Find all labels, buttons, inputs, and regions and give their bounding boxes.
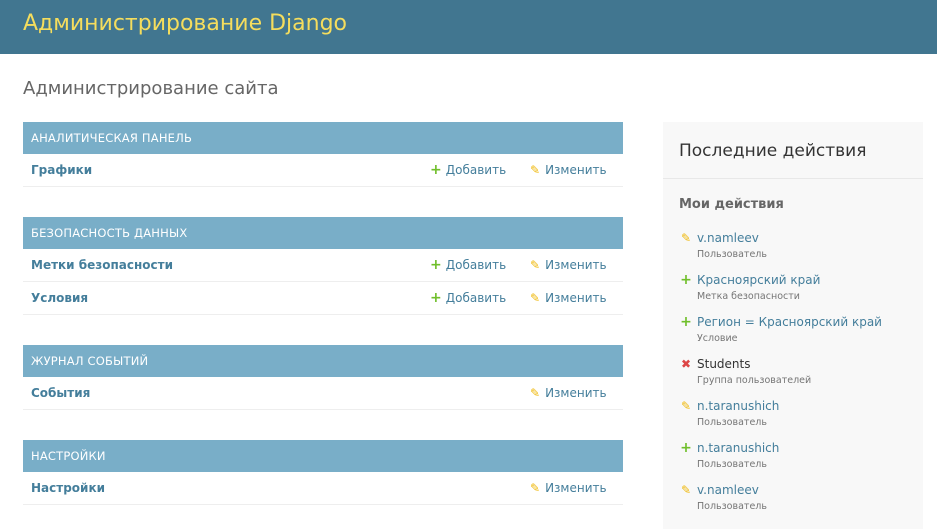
recent-action-item: + n.taranushich Пользователь (679, 440, 909, 480)
change-button[interactable]: ✎ Изменить (530, 249, 607, 282)
plus-icon: + (680, 272, 692, 288)
site-header: Администрирование Django (0, 0, 937, 54)
recent-actions-title: Последние действия (679, 141, 867, 161)
add-label: Добавить (445, 291, 507, 305)
recent-action-item: ✎ v.namleev Пользователь (679, 482, 909, 522)
recent-action-item: ✎ n.taranushich Пользователь (679, 398, 909, 438)
recent-action-item: ✖ Students Группа пользователей (679, 356, 909, 396)
recent-action-item: + Красноярский край Метка безопасности (679, 272, 909, 312)
recent-action-type: Пользователь (697, 501, 767, 512)
site-branding-link[interactable]: Администрирование Django (23, 11, 347, 36)
add-label: Добавить (445, 258, 507, 272)
change-button[interactable]: ✎ Изменить (530, 282, 607, 315)
my-actions-heading: Мои действия (679, 197, 784, 212)
module-event-log: ЖУРНАЛ СОБЫТИЙ События ✎ Изменить (23, 345, 623, 410)
recent-action-link[interactable]: v.namleev (697, 482, 759, 498)
model-link-settings[interactable]: Настройки (31, 472, 105, 505)
model-row: События ✎ Изменить (23, 377, 623, 410)
recent-action-item: + Регион = Красноярский край Условие (679, 314, 909, 354)
module-caption[interactable]: АНАЛИТИЧЕСКАЯ ПАНЕЛЬ (23, 122, 623, 154)
divider (663, 178, 923, 179)
recent-action-link[interactable]: Красноярский край (697, 272, 820, 288)
change-button[interactable]: ✎ Изменить (530, 472, 607, 505)
recent-action-link[interactable]: n.taranushich (697, 440, 779, 456)
add-button[interactable]: + Добавить (430, 154, 506, 187)
recent-action-type: Условие (697, 333, 738, 344)
change-label: Изменить (545, 291, 607, 305)
plus-icon: + (430, 257, 442, 273)
recent-action-type: Группа пользователей (697, 375, 812, 386)
add-button[interactable]: + Добавить (430, 282, 506, 315)
pencil-icon: ✎ (530, 163, 541, 177)
change-label: Изменить (545, 258, 607, 272)
pencil-icon: ✎ (530, 291, 541, 305)
model-link-conditions[interactable]: Условия (31, 282, 88, 315)
plus-icon: + (680, 440, 692, 456)
pencil-icon: ✎ (530, 258, 541, 272)
plus-icon: + (680, 314, 692, 330)
recent-action-link[interactable]: n.taranushich (697, 398, 779, 414)
change-label: Изменить (545, 386, 607, 400)
delete-icon: ✖ (680, 357, 692, 371)
model-row: Графики + Добавить ✎ Изменить (23, 154, 623, 187)
module-data-security: БЕЗОПАСНОСТЬ ДАННЫХ Метки безопасности +… (23, 217, 623, 315)
plus-icon: + (430, 162, 442, 178)
change-label: Изменить (545, 481, 607, 495)
pencil-icon: ✎ (530, 481, 541, 495)
model-link-charts[interactable]: Графики (31, 154, 92, 187)
recent-action-link[interactable]: v.namleev (697, 230, 759, 246)
recent-action-type: Метка безопасности (697, 291, 800, 302)
model-row: Условия + Добавить ✎ Изменить (23, 282, 623, 315)
module-caption[interactable]: НАСТРОЙКИ (23, 440, 623, 472)
recent-action-deleted-name: Students (697, 357, 751, 371)
add-button[interactable]: + Добавить (430, 249, 506, 282)
pencil-icon: ✎ (530, 386, 541, 400)
change-button[interactable]: ✎ Изменить (530, 377, 607, 410)
pencil-icon: ✎ (680, 483, 692, 497)
model-row: Настройки ✎ Изменить (23, 472, 623, 505)
pencil-icon: ✎ (680, 399, 692, 413)
model-row: Метки безопасности + Добавить ✎ Изменить (23, 249, 623, 282)
recent-action-link[interactable]: Регион = Красноярский край (697, 314, 882, 330)
module-settings: НАСТРОЙКИ Настройки ✎ Изменить (23, 440, 623, 505)
recent-actions-panel: Последние действия Мои действия ✎ v.naml… (663, 122, 923, 529)
recent-action-type: Пользователь (697, 417, 767, 428)
module-caption[interactable]: БЕЗОПАСНОСТЬ ДАННЫХ (23, 217, 623, 249)
module-caption[interactable]: ЖУРНАЛ СОБЫТИЙ (23, 345, 623, 377)
module-analytics: АНАЛИТИЧЕСКАЯ ПАНЕЛЬ Графики + Добавить ✎… (23, 122, 623, 187)
change-button[interactable]: ✎ Изменить (530, 154, 607, 187)
model-link-events[interactable]: События (31, 377, 90, 410)
recent-action-type: Пользователь (697, 459, 767, 470)
recent-action-type: Пользователь (697, 249, 767, 260)
pencil-icon: ✎ (680, 231, 692, 245)
model-link-security-labels[interactable]: Метки безопасности (31, 249, 173, 282)
change-label: Изменить (545, 163, 607, 177)
page-title: Администрирование сайта (23, 78, 279, 99)
plus-icon: + (430, 290, 442, 306)
add-label: Добавить (445, 163, 507, 177)
recent-action-item: ✎ v.namleev Пользователь (679, 230, 909, 270)
